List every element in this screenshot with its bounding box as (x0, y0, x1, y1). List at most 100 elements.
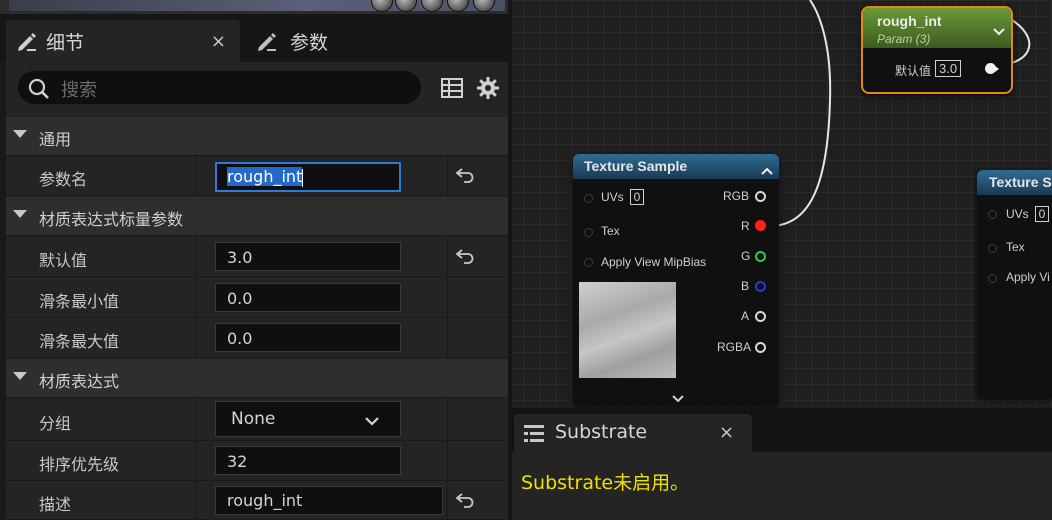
row-label: 默认值 (39, 251, 88, 270)
param-name-row: 参数名 rough_int (6, 156, 508, 196)
g-output-label: G (741, 249, 751, 263)
rgb-output-label: RGB (723, 189, 750, 203)
tab-details-label: 细节 (46, 31, 85, 54)
param-node-title: rough_int (877, 13, 942, 29)
slider-max-field[interactable]: 0.0 (215, 323, 401, 352)
output-arrow-icon (995, 66, 999, 72)
texture-node-header: Texture Sample (573, 154, 779, 179)
texture-node-header: Texture Sa (977, 170, 1052, 195)
close-icon[interactable]: × (211, 31, 226, 52)
chevron-down-icon[interactable] (672, 388, 684, 407)
list-icon (523, 423, 545, 449)
section-title: 通用 (39, 130, 72, 149)
chevron-down-icon (364, 412, 380, 432)
uvs-value[interactable]: 0 (629, 189, 645, 205)
slider-min-row: 滑条最小值 0.0 (6, 278, 508, 318)
rgba-output-label: RGBA (717, 340, 752, 354)
row-label: 描述 (39, 495, 72, 514)
group-value: None (231, 409, 276, 429)
tab-details[interactable]: 细节 × (6, 20, 240, 62)
param-node-rough-int[interactable]: rough_int Param (3) 默认值 3.0 (861, 6, 1013, 94)
group-row: 分组 None (6, 399, 508, 441)
input-pin-icon[interactable] (584, 228, 593, 237)
preview-sphere-icon[interactable] (395, 0, 417, 12)
preview-sphere-icon[interactable] (371, 0, 393, 12)
row-label: 排序优先级 (39, 455, 120, 474)
group-dropdown[interactable]: None (215, 401, 401, 437)
pencil-icon (16, 30, 38, 52)
texture-preview-thumbnail (579, 282, 676, 378)
row-label: 滑条最小值 (39, 292, 120, 311)
section-title: 材质表达式标量参数 (39, 210, 184, 229)
r-output-label: R (741, 219, 750, 233)
details-tabbar: 细节 × 参数 (0, 14, 508, 62)
preview-strip (0, 0, 508, 14)
output-pin-icon[interactable] (755, 191, 766, 202)
reset-icon[interactable] (455, 492, 474, 512)
texture-sample-node[interactable]: Texture Sample UVs 0 Tex Apply View MipBi… (573, 154, 779, 405)
chevron-up-icon[interactable] (761, 161, 773, 180)
wire-r-to-param (769, 0, 832, 227)
preview-sphere-icon[interactable] (421, 0, 443, 12)
slider-max-row: 滑条最大值 0.0 (6, 318, 508, 358)
table-view-icon[interactable] (440, 76, 464, 104)
chevron-down-icon (13, 210, 27, 218)
row-label: 参数名 (39, 170, 88, 189)
tab-parameters[interactable]: 参数 (250, 20, 500, 62)
search-icon (27, 77, 51, 105)
close-icon[interactable]: × (719, 422, 734, 443)
search-placeholder: 搜索 (61, 80, 97, 101)
substrate-message: Substrate未启用。 (521, 472, 690, 494)
param-node-subtitle: Param (3) (877, 32, 931, 46)
input-pin-icon[interactable] (584, 258, 593, 267)
output-pin-icon[interactable] (755, 311, 766, 322)
param-default-label: 默认值 (895, 64, 932, 78)
default-value-row: 默认值 3.0 (6, 237, 508, 277)
tab-substrate-label: Substrate (555, 421, 648, 443)
input-pin-icon[interactable] (584, 194, 593, 203)
output-pin-icon[interactable] (755, 251, 766, 262)
uvs-input-label: UVs 0 (1006, 206, 1050, 222)
uvs-input-label: UVs 0 (601, 189, 645, 205)
reset-icon[interactable] (455, 167, 474, 187)
section-material-expression[interactable]: 材质表达式 (6, 359, 508, 398)
param-name-field[interactable]: rough_int (215, 162, 401, 192)
description-field[interactable]: rough_int (215, 486, 443, 515)
output-pin-icon[interactable] (755, 342, 766, 353)
reset-icon[interactable] (455, 248, 474, 268)
a-output-label: A (741, 309, 750, 323)
default-value-field[interactable]: 3.0 (215, 242, 401, 271)
input-pin-icon[interactable] (988, 274, 997, 283)
mipbias-input-label: Apply Vi (1006, 270, 1050, 284)
gear-icon[interactable] (476, 76, 500, 104)
section-scalar-parameter[interactable]: 材质表达式标量参数 (6, 197, 508, 236)
slider-min-field[interactable]: 0.0 (215, 283, 401, 312)
sort-priority-row: 排序优先级 32 (6, 441, 508, 481)
output-pin-icon[interactable] (755, 220, 766, 231)
description-row: 描述 rough_int (6, 481, 508, 520)
material-graph[interactable]: rough_int Param (3) 默认值 3.0 Texture Samp… (512, 0, 1052, 408)
row-label: 分组 (39, 414, 72, 433)
tex-input-label: Tex (601, 224, 620, 238)
tex-input-label: Tex (1006, 240, 1025, 254)
input-pin-icon[interactable] (988, 210, 997, 219)
search-input[interactable]: 搜索 (18, 71, 421, 104)
output-pin-icon[interactable] (755, 281, 766, 292)
uvs-value[interactable]: 0 (1034, 206, 1050, 222)
texture-node-title: Texture Sa (989, 174, 1052, 190)
chevron-down-icon[interactable] (993, 21, 1005, 40)
section-title: 材质表达式 (39, 372, 120, 391)
preview-sphere-icon[interactable] (447, 0, 469, 12)
texture-sample-node[interactable]: Texture Sa UVs0 Tex Apply Vi (977, 170, 1052, 398)
b-output-label: B (741, 279, 750, 293)
input-pin-icon[interactable] (988, 244, 997, 253)
details-panel: 细节 × 参数 搜索 通用 参数名 rough_int 材质表达式标量参数 默认… (0, 0, 508, 520)
preview-sphere-icon[interactable] (473, 0, 495, 12)
sort-priority-field[interactable]: 32 (215, 446, 401, 475)
mipbias-input-label: Apply View MipBias (601, 255, 707, 269)
tab-parameters-label: 参数 (290, 31, 329, 54)
section-general[interactable]: 通用 (6, 117, 508, 156)
param-default-value[interactable]: 3.0 (935, 60, 962, 77)
row-label: 滑条最大值 (39, 332, 120, 351)
texture-node-title: Texture Sample (584, 158, 688, 174)
